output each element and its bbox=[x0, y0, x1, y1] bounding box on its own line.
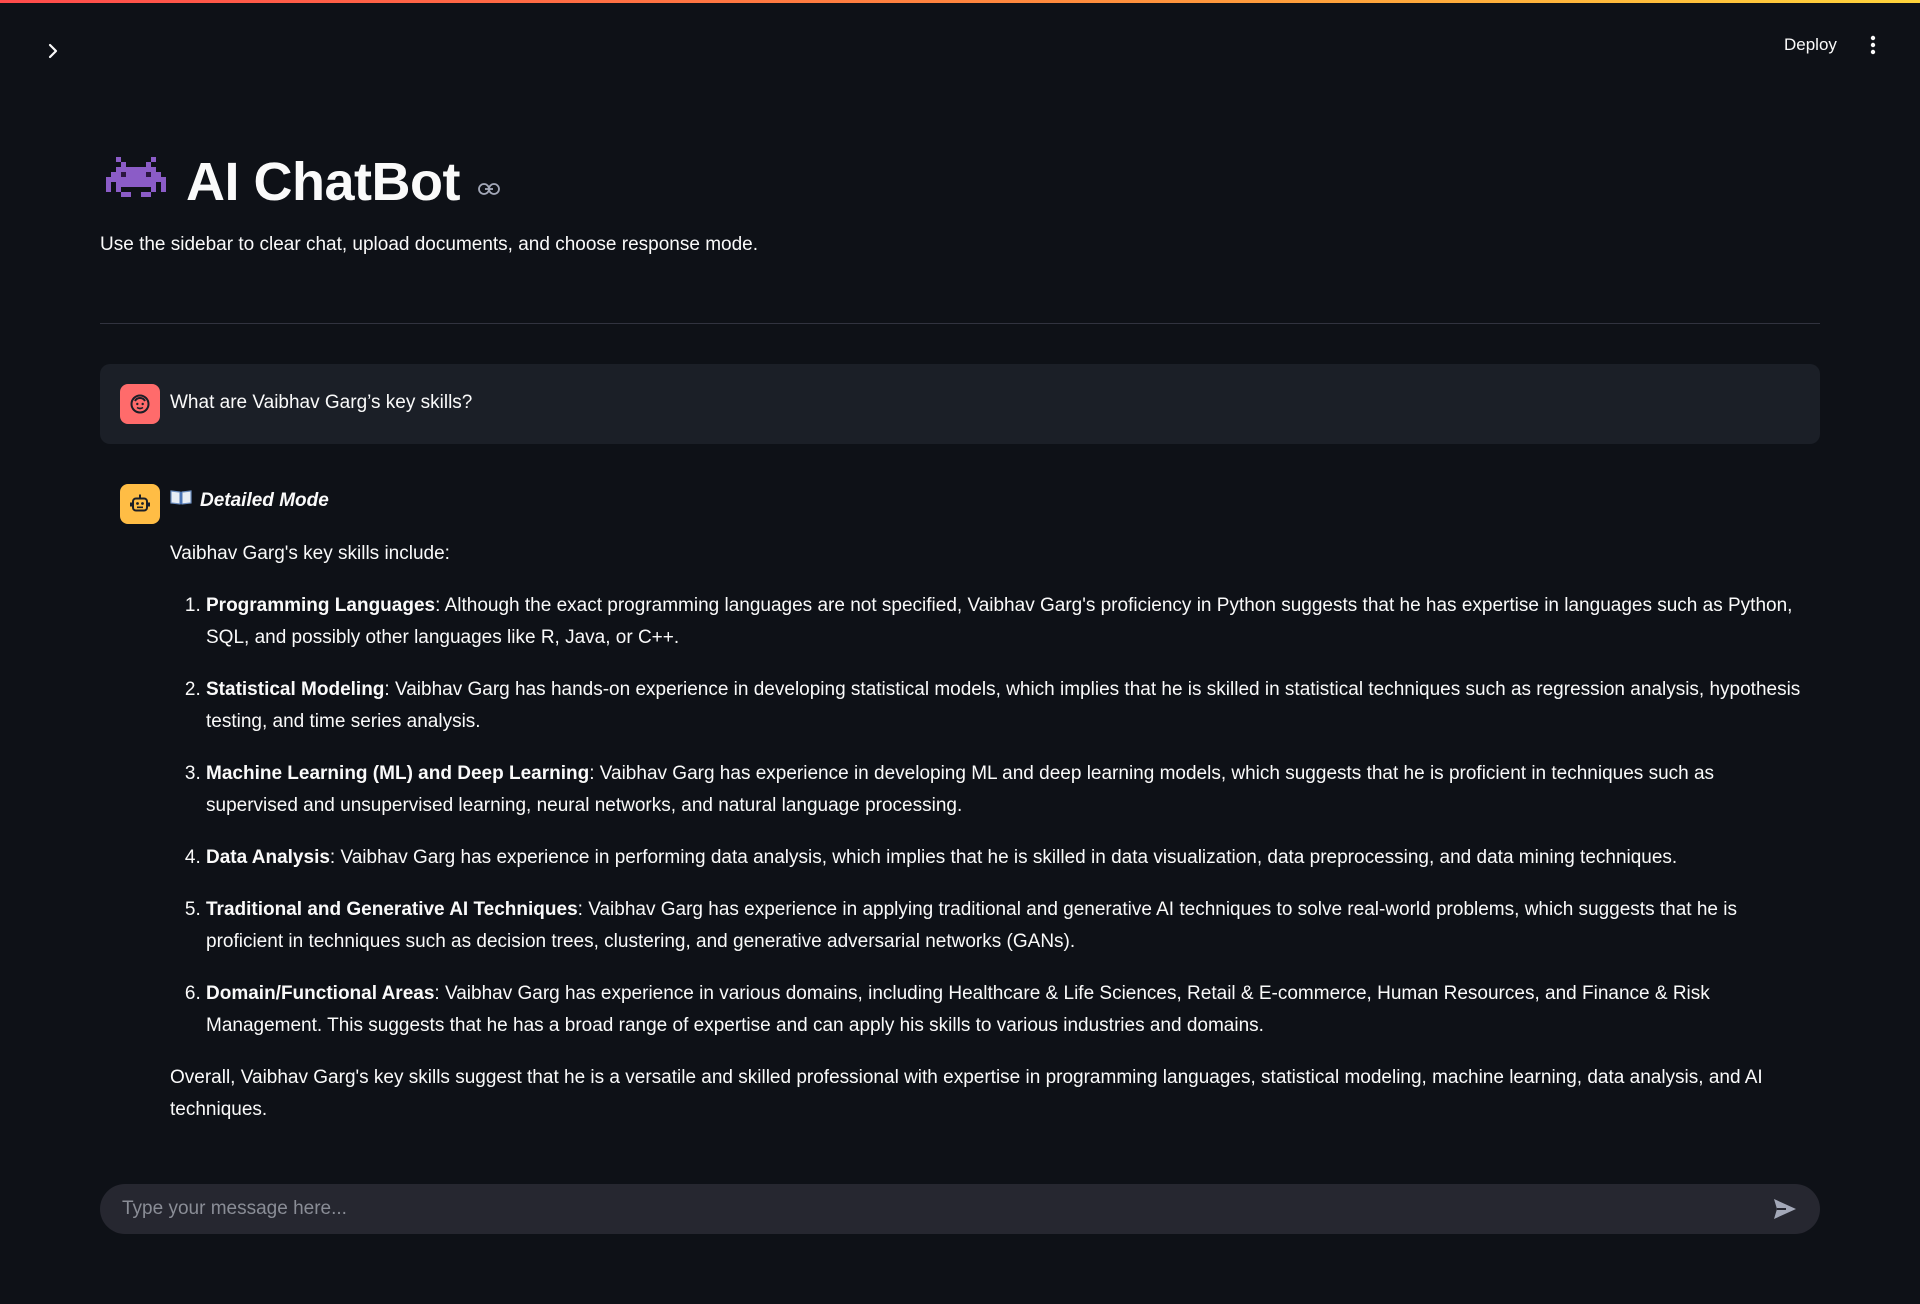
chat-input-bar bbox=[100, 1184, 1820, 1234]
skill-text: : Although the exact programming languag… bbox=[206, 595, 1793, 648]
send-icon bbox=[1774, 1199, 1796, 1219]
skill-title: Traditional and Generative AI Techniques bbox=[206, 899, 578, 920]
page-subtitle: Use the sidebar to clear chat, upload do… bbox=[100, 234, 759, 255]
skill-title: Data Analysis bbox=[206, 847, 330, 868]
deploy-button[interactable]: Deploy bbox=[1770, 30, 1851, 60]
open-book-icon bbox=[170, 485, 192, 517]
assistant-avatar bbox=[120, 484, 160, 524]
skill-title: Domain/Functional Areas bbox=[206, 983, 435, 1004]
assistant-conclusion: Overall, Vaibhav Garg's key skills sugge… bbox=[170, 1067, 1763, 1120]
divider bbox=[100, 323, 1820, 324]
main-menu-button[interactable] bbox=[1858, 30, 1888, 60]
send-button[interactable] bbox=[1770, 1194, 1800, 1224]
assistant-message: Detailed Mode Vaibhav Garg's key skills … bbox=[170, 486, 1810, 1126]
assistant-intro: Vaibhav Garg's key skills include: bbox=[170, 543, 450, 564]
chat-message-input[interactable] bbox=[120, 1197, 1770, 1221]
skill-title: Machine Learning (ML) and Deep Learning bbox=[206, 763, 590, 784]
skill-text: : Vaibhav Garg has hands-on experience i… bbox=[206, 679, 1801, 732]
skill-text: : Vaibhav Garg has experience in perform… bbox=[329, 847, 1678, 868]
robot-icon bbox=[130, 494, 150, 512]
page-title: AI ChatBot bbox=[186, 152, 460, 212]
list-item: Machine Learning (ML) and Deep Learning:… bbox=[206, 758, 1810, 822]
skill-title: Programming Languages bbox=[206, 595, 436, 616]
title-row: AI ChatBot bbox=[104, 146, 504, 218]
link-anchor-icon[interactable] bbox=[478, 176, 504, 202]
skill-title: Statistical Modeling bbox=[206, 679, 385, 700]
list-item: Statistical Modeling: Vaibhav Garg has h… bbox=[206, 674, 1810, 738]
list-item: Traditional and Generative AI Techniques… bbox=[206, 894, 1810, 958]
user-avatar bbox=[120, 384, 160, 424]
user-message-text: What are Vaibhav Garg’s key skills? bbox=[170, 392, 473, 413]
alien-monster-icon bbox=[104, 150, 168, 214]
top-decoration-bar bbox=[0, 0, 1920, 3]
response-mode-label: Detailed Mode bbox=[200, 490, 329, 511]
kebab-menu-icon bbox=[1870, 35, 1876, 55]
chevron-right-icon bbox=[48, 43, 58, 59]
list-item: Domain/Functional Areas: Vaibhav Garg ha… bbox=[206, 978, 1810, 1042]
skills-list: Programming Languages: Although the exac… bbox=[170, 590, 1810, 1042]
list-item: Data Analysis: Vaibhav Garg has experien… bbox=[206, 842, 1810, 874]
face-icon bbox=[130, 394, 150, 414]
sidebar-toggle-button[interactable] bbox=[38, 36, 68, 66]
response-mode-line: Detailed Mode bbox=[170, 486, 1810, 516]
list-item: Programming Languages: Although the exac… bbox=[206, 590, 1810, 654]
